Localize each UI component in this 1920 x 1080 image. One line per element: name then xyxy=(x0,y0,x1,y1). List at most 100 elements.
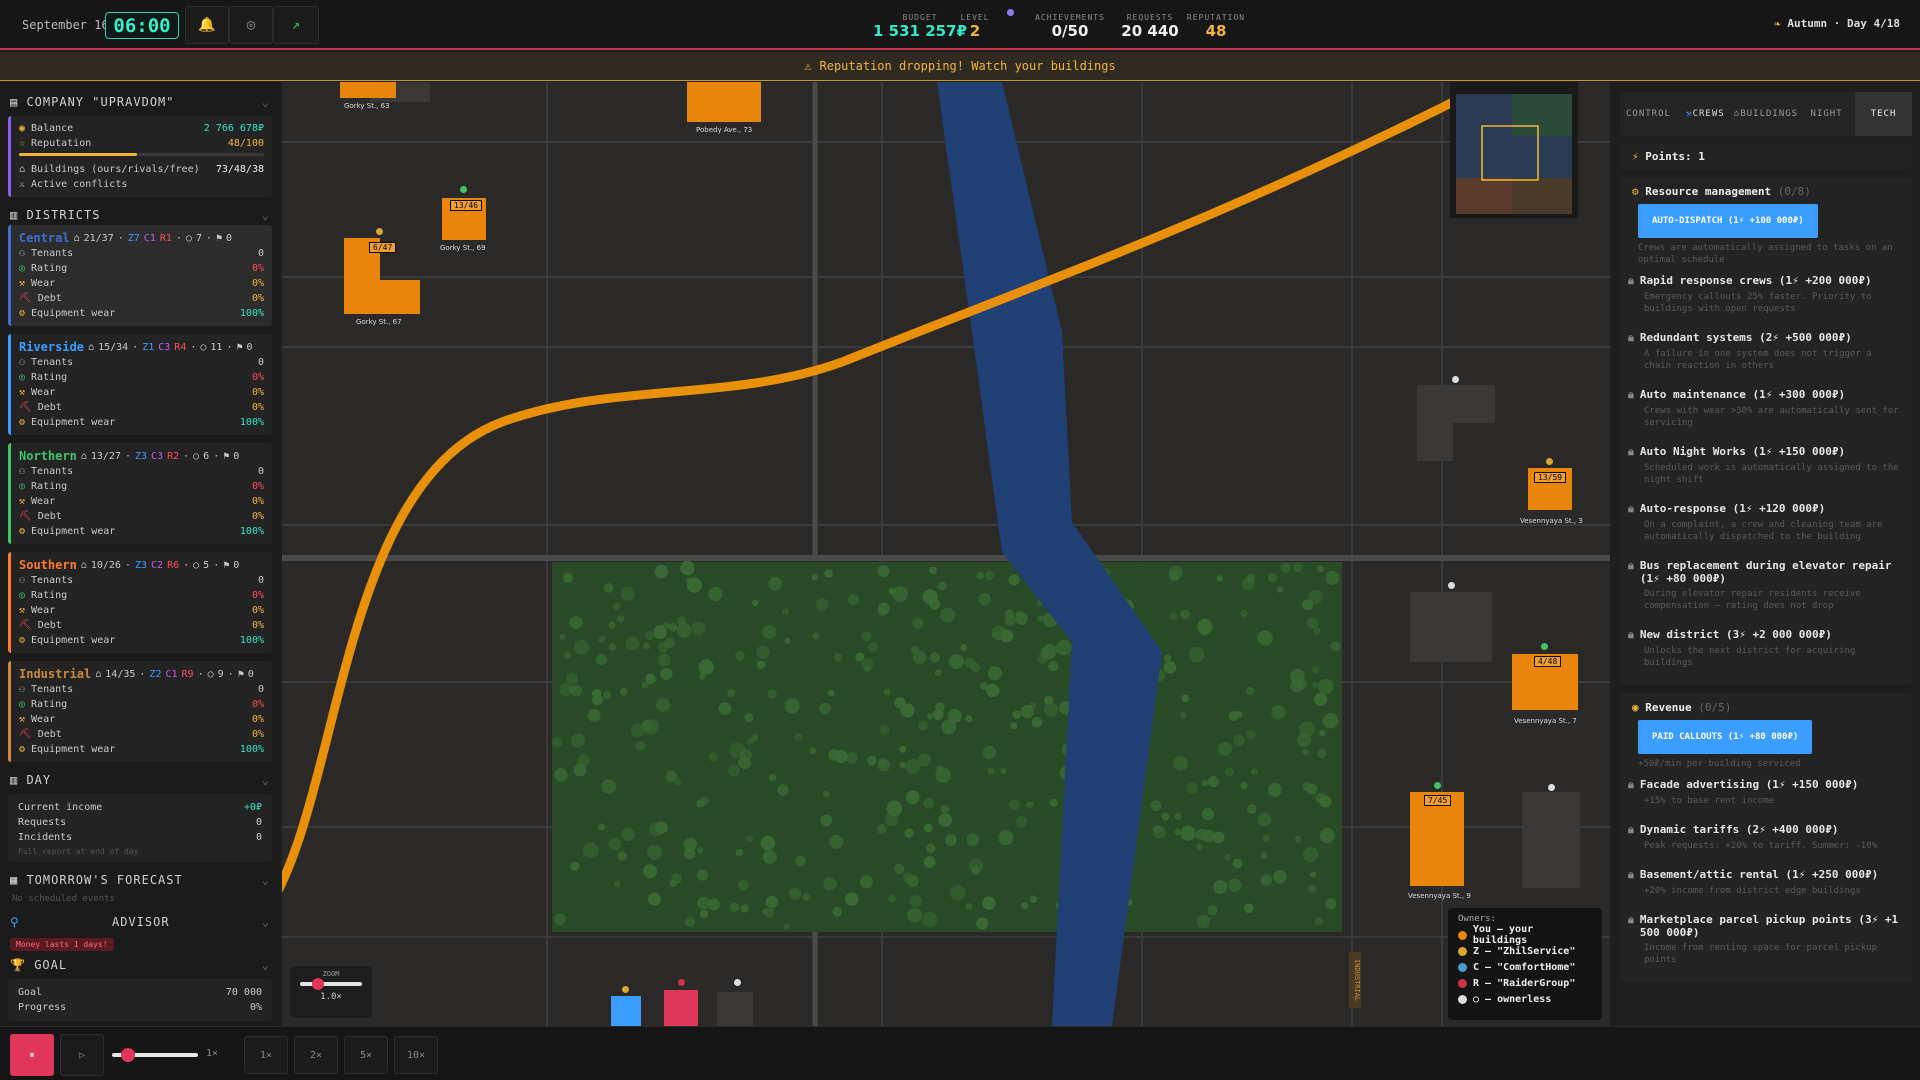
forecast-header[interactable]: ▦ TOMORROW'S FORECAST ⌄ xyxy=(0,870,280,890)
paid-callouts-button[interactable]: PAID CALLOUTS (1⚡ +80 000₽) xyxy=(1638,720,1813,754)
tab-buildings-label: BUILDINGS xyxy=(1740,109,1799,119)
district-row-value: 0% xyxy=(251,372,264,383)
revenue-tech-item[interactable]: 🔒︎ Basement/attic rental (1⚡ +250 000₽) +… xyxy=(1628,860,1904,905)
district-header: Industrial ⌂ 14/35 · Z2 C1 R9 · ○ 9 · ⚑ 0 xyxy=(19,667,254,681)
level-value: 2 xyxy=(969,22,981,40)
free-icon: ○ xyxy=(193,450,200,462)
requests-stat: REQUESTS 20 440 xyxy=(1120,13,1180,40)
district-z: Z3 xyxy=(134,559,148,571)
advisor-title: ADVISOR xyxy=(111,915,170,929)
resource-tech-item[interactable]: 🔒︎ Redundant systems (2⚡ +500 000₽) A fai… xyxy=(1628,323,1904,380)
zoom-slider[interactable] xyxy=(300,978,362,990)
district-card[interactable]: Northern ⌂ 13/27 · Z3 C3 R2 · ○ 6 · ⚑ 0 ⚇ Tena… xyxy=(8,443,272,544)
tech-label: New district (3⚡ +2 000 000₽) xyxy=(1639,628,1832,641)
notifications-button[interactable]: 🔔 xyxy=(185,6,229,44)
advisor-header[interactable]: ⚲ ADVISOR ⌄ xyxy=(0,912,280,932)
company-header[interactable]: ▤ COMPANY "UPRAVDOM" ⌄ xyxy=(0,92,280,112)
reputation-stat: REPUTATION 48 xyxy=(1186,13,1246,40)
lock-icon: 🔒︎ xyxy=(1628,388,1634,401)
building-comforthome[interactable] xyxy=(611,996,641,1026)
tab-night[interactable]: NIGHT xyxy=(1798,92,1855,136)
district-free: 5 xyxy=(203,559,210,571)
building-gorky-63[interactable] xyxy=(340,82,396,98)
building-label: Gorky St., 67 xyxy=(356,318,402,326)
incidents-label: Incidents xyxy=(18,832,73,843)
right-panel: CONTROL ⚒ CREWS ⌂ BUILDINGS NIGHT TECH ⚡ P… xyxy=(1612,82,1920,1026)
tech-desc: +15% to base rent income xyxy=(1644,796,1775,806)
status-dot xyxy=(1546,458,1553,465)
district-row-label: Equipment wear xyxy=(31,526,116,537)
occupancy-badge: 13/59 xyxy=(1534,472,1567,483)
lock-icon: 🔒︎ xyxy=(1628,274,1634,287)
district-c: C3 xyxy=(151,450,164,462)
building-gorky-67-wing[interactable] xyxy=(344,280,420,314)
pause-button[interactable]: ⏸ xyxy=(10,1034,54,1076)
tab-crews[interactable]: ⚒ CREWS xyxy=(1677,92,1734,136)
tab-tech[interactable]: TECH xyxy=(1855,92,1913,136)
tech-desc: +20% income from district edge buildings xyxy=(1644,886,1861,896)
speed-10x-button[interactable]: 10× xyxy=(394,1036,438,1074)
lock-icon: 🔒︎ xyxy=(1628,823,1634,836)
achievements-stat[interactable]: ACHIEVEMENTS 0/50 xyxy=(1035,13,1105,40)
target-button[interactable]: ◎ xyxy=(229,6,273,44)
district-row-label: Equipment wear xyxy=(31,308,116,319)
people-icon: ⚇ xyxy=(19,575,26,586)
district-z: Z7 xyxy=(127,232,140,244)
districts-header[interactable]: ▥ DISTRICTS ⌄ xyxy=(0,205,280,225)
district-z: Z2 xyxy=(149,668,162,680)
districts-title: DISTRICTS xyxy=(26,208,101,222)
flag-icon: ⚑ xyxy=(223,559,230,571)
district-row-value: 0% xyxy=(251,481,264,492)
trend-button[interactable]: ↗ xyxy=(273,6,319,44)
resource-tech-item[interactable]: 🔒︎ Bus replacement during elevator repair… xyxy=(1628,551,1904,620)
goal-header[interactable]: 🏆 GOAL ⌄ xyxy=(0,955,280,975)
resource-tech-item[interactable]: 🔒︎ Auto-response (1⚡ +120 000₽) On a comp… xyxy=(1628,494,1904,551)
day-header[interactable]: ▥ DAY ⌄ xyxy=(0,770,280,790)
resource-tech-item[interactable]: 🔒︎ Auto maintenance (1⚡ +300 000₽) Crews … xyxy=(1628,380,1904,437)
lock-icon: 🔒︎ xyxy=(1628,502,1634,515)
city-map[interactable]: Gorky St., 63 Pobedy Ave., 73 13/46 Gork… xyxy=(282,82,1610,1026)
speed-1x-button[interactable]: 1× xyxy=(244,1036,288,1074)
district-card[interactable]: Industrial ⌂ 14/35 · Z2 C1 R9 · ○ 9 · ⚑ 0 ⚇ Te… xyxy=(8,661,272,762)
speed-slider-thumb[interactable] xyxy=(120,1048,135,1062)
speed-5x-button[interactable]: 5× xyxy=(344,1036,388,1074)
auto-dispatch-button[interactable]: AUTO-DISPATCH (1⚡ +100 000₽) xyxy=(1638,204,1818,238)
district-card[interactable]: Riverside ⌂ 15/34 · Z1 C3 R4 · ○ 11 · ⚑ 0 ⚇ Te… xyxy=(8,334,272,435)
revenue-tech-item[interactable]: 🔒︎ Dynamic tariffs (2⚡ +400 000₽) Peak re… xyxy=(1628,815,1904,860)
district-row-equip: ⚙ Equipment wear 100% xyxy=(19,742,264,757)
tech-desc: Income from renting space for parcel pic… xyxy=(1644,943,1877,965)
status-dot xyxy=(1434,782,1441,789)
district-card[interactable]: Southern ⌂ 10/26 · Z3 C2 R6 · ○ 5 · ⚑ 0 ⚇ Tena… xyxy=(8,552,272,653)
revenue-tech-item[interactable]: 🔒︎ Facade advertising (1⚡ +150 000₽) +15%… xyxy=(1628,770,1904,815)
resource-tech-item[interactable]: 🔒︎ New district (3⚡ +2 000 000₽) Unlocks … xyxy=(1628,620,1904,677)
zoom-value: 1.0× xyxy=(320,992,342,1002)
building-raidergroup[interactable] xyxy=(664,990,698,1026)
star-icon: ☆ xyxy=(19,138,26,149)
company-title: COMPANY "UPRAVDOM" xyxy=(26,95,175,109)
resource-header: ⚙ Resource management (0/8) xyxy=(1628,185,1904,198)
tab-buildings[interactable]: ⌂ BUILDINGS xyxy=(1734,92,1798,136)
resource-tech-item[interactable]: 🔒︎ Auto Night Works (1⚡ +150 000₽) Schedu… xyxy=(1628,437,1904,494)
legend-list: You — your buildings Z — "ZhilService" C —… xyxy=(1458,924,1592,1007)
trend-icon: ↗ xyxy=(291,17,301,33)
resource-tech-item[interactable]: 🔒︎ Rapid response crews (1⚡ +200 000₽) Em… xyxy=(1628,266,1904,323)
tech-desc: Unlocks the next district for acquiring … xyxy=(1644,646,1856,668)
pin-icon: ⚲ xyxy=(10,915,20,929)
date-label: September 16 xyxy=(22,18,109,32)
minimap[interactable] xyxy=(1450,82,1578,218)
legend-text: R — "RaiderGroup" xyxy=(1473,977,1576,989)
collapse-icon: ⌄ xyxy=(261,958,270,972)
building-vesennyaya-9[interactable] xyxy=(1410,792,1464,886)
building-pobedy-73[interactable] xyxy=(687,82,761,122)
district-row-rating: ◎ Rating 0% xyxy=(19,479,264,494)
speed-2x-button[interactable]: 2× xyxy=(294,1036,338,1074)
district-card[interactable]: Central ⌂ 21/37 · Z7 C1 R1 · ○ 7 · ⚑ 0 ⚇ Tenan… xyxy=(8,225,272,326)
speed-slider[interactable] xyxy=(112,1048,198,1062)
tab-control[interactable]: CONTROL xyxy=(1620,92,1677,136)
zoom-slider-thumb[interactable] xyxy=(312,978,325,990)
play-button[interactable]: ▷ xyxy=(60,1034,104,1076)
tech-desc: Peak requests: +20% to tariff. Summer: -… xyxy=(1644,841,1877,851)
revenue-tech-item[interactable]: 🔒︎ Marketplace parcel pickup points (3⚡ +… xyxy=(1628,905,1904,974)
occupancy-badge: 7/45 xyxy=(1424,795,1452,806)
buildings-label: Buildings (ours/rivals/free) xyxy=(31,164,200,175)
